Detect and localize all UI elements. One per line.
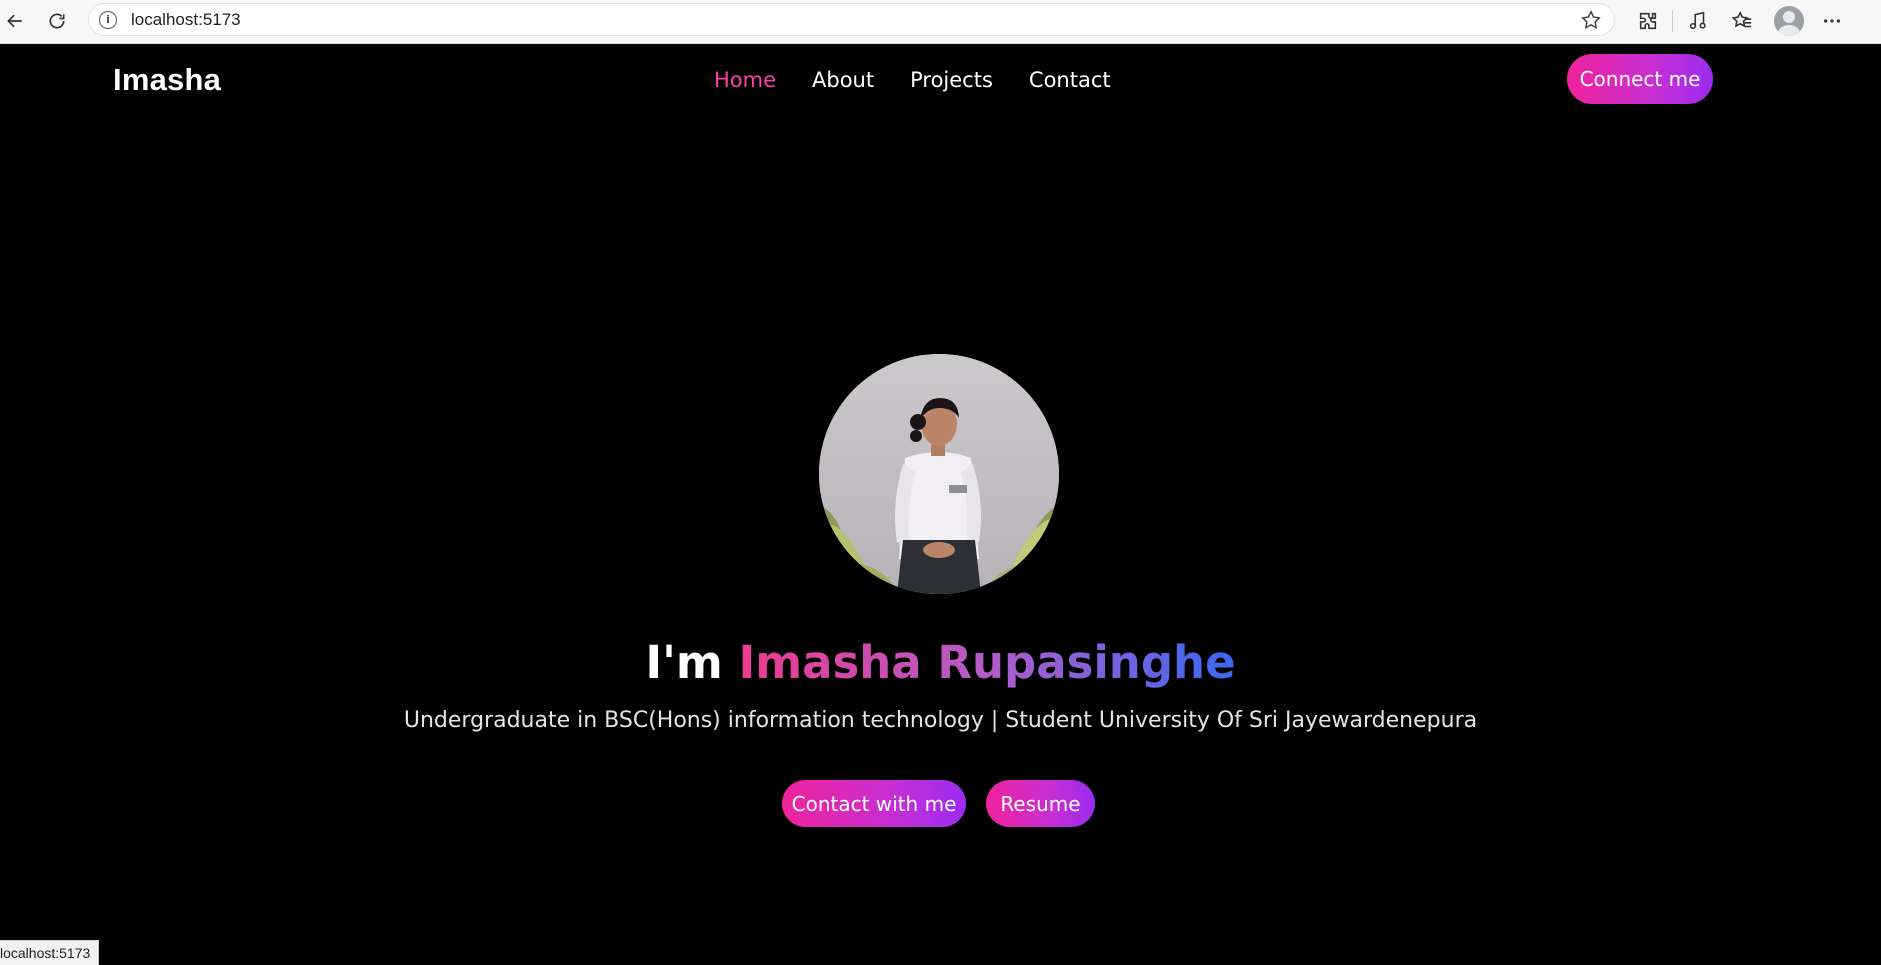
back-arrow-icon[interactable] — [0, 6, 30, 36]
contact-with-me-button[interactable]: Contact with me — [782, 780, 966, 827]
connect-me-button[interactable]: Connect me — [1567, 54, 1713, 104]
profile-icon[interactable] — [1774, 6, 1804, 36]
site-brand[interactable]: Imasha — [113, 62, 221, 98]
reload-icon[interactable] — [42, 6, 72, 36]
nav-about[interactable]: About — [812, 68, 874, 92]
toolbar-divider — [1672, 10, 1673, 32]
hero-greeting: I'm — [645, 636, 723, 689]
media-icon[interactable] — [1684, 7, 1712, 35]
nav-projects[interactable]: Projects — [910, 68, 993, 92]
status-url-tooltip: localhost:5173 — [0, 940, 100, 965]
favorites-icon[interactable] — [1728, 7, 1756, 35]
address-bar[interactable]: i localhost:5173 — [88, 3, 1615, 36]
url-text[interactable]: localhost:5173 — [131, 10, 241, 30]
nav-contact[interactable]: Contact — [1029, 68, 1111, 92]
more-icon[interactable] — [1818, 7, 1846, 35]
profile-photo-illustration — [819, 354, 1059, 594]
nav-home[interactable]: Home — [714, 68, 776, 92]
hero-name: Imasha Rupasinghe — [738, 636, 1236, 689]
main-menu: Home About Projects Contact — [714, 68, 1111, 92]
hero-subtitle: Undergraduate in BSC(Hons) information t… — [403, 708, 1478, 733]
resume-button[interactable]: Resume — [986, 780, 1095, 827]
info-icon[interactable]: i — [99, 10, 117, 29]
profile-photo — [819, 354, 1059, 594]
browser-toolbar: i localhost:5173 — [0, 0, 1881, 44]
star-icon[interactable] — [1580, 9, 1602, 31]
hero-heading: I'm Imasha Rupasinghe — [0, 636, 1881, 689]
extensions-icon[interactable] — [1634, 7, 1662, 35]
